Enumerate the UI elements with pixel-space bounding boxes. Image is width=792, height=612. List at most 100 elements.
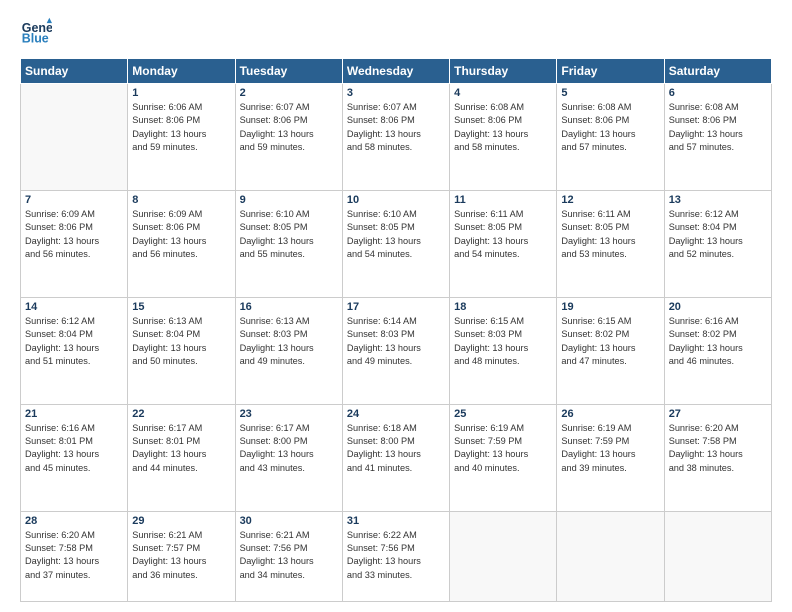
week-row-5: 28 Sunrise: 6:20 AM Sunset: 7:58 PM Dayli… [21, 511, 772, 601]
day-number: 26 [561, 408, 659, 420]
day-number: 19 [561, 301, 659, 313]
day-info: Sunrise: 6:21 AM Sunset: 7:56 PM Dayligh… [240, 529, 338, 582]
day-number: 6 [669, 87, 767, 99]
calendar-cell [664, 511, 771, 601]
day-number: 25 [454, 408, 552, 420]
day-info: Sunrise: 6:20 AM Sunset: 7:58 PM Dayligh… [25, 529, 123, 582]
calendar-cell [450, 511, 557, 601]
day-number: 4 [454, 87, 552, 99]
day-number: 23 [240, 408, 338, 420]
day-info: Sunrise: 6:08 AM Sunset: 8:06 PM Dayligh… [669, 101, 767, 154]
calendar-cell: 5Sunrise: 6:08 AM Sunset: 8:06 PM Daylig… [557, 84, 664, 191]
calendar-cell: 19 Sunrise: 6:15 AM Sunset: 8:02 PM Dayli… [557, 297, 664, 404]
day-info: Sunrise: 6:15 AM Sunset: 8:03 PM Dayligh… [454, 315, 552, 368]
week-row-3: 14Sunrise: 6:12 AM Sunset: 8:04 PM Dayli… [21, 297, 772, 404]
calendar-cell: 6 Sunrise: 6:08 AM Sunset: 8:06 PM Daylig… [664, 84, 771, 191]
day-info: Sunrise: 6:22 AM Sunset: 7:56 PM Dayligh… [347, 529, 445, 582]
calendar-table: SundayMondayTuesdayWednesdayThursdayFrid… [20, 58, 772, 602]
day-info: Sunrise: 6:10 AM Sunset: 8:05 PM Dayligh… [347, 208, 445, 261]
calendar-cell: 14Sunrise: 6:12 AM Sunset: 8:04 PM Dayli… [21, 297, 128, 404]
day-number: 22 [132, 408, 230, 420]
day-info: Sunrise: 6:18 AM Sunset: 8:00 PM Dayligh… [347, 422, 445, 475]
day-number: 8 [132, 194, 230, 206]
day-number: 16 [240, 301, 338, 313]
calendar-cell: 21 Sunrise: 6:16 AM Sunset: 8:01 PM Dayli… [21, 404, 128, 511]
day-number: 11 [454, 194, 552, 206]
day-number: 9 [240, 194, 338, 206]
day-info: Sunrise: 6:19 AM Sunset: 7:59 PM Dayligh… [454, 422, 552, 475]
day-number: 21 [25, 408, 123, 420]
day-info: Sunrise: 6:13 AM Sunset: 8:03 PM Dayligh… [240, 315, 338, 368]
day-number: 20 [669, 301, 767, 313]
day-number: 2 [240, 87, 338, 99]
weekday-thursday: Thursday [450, 59, 557, 84]
day-number: 18 [454, 301, 552, 313]
day-number: 29 [132, 515, 230, 527]
day-info: Sunrise: 6:16 AM Sunset: 8:01 PM Dayligh… [25, 422, 123, 475]
day-info: Sunrise: 6:07 AM Sunset: 8:06 PM Dayligh… [347, 101, 445, 154]
day-number: 14 [25, 301, 123, 313]
calendar-cell: 12 Sunrise: 6:11 AM Sunset: 8:05 PM Dayli… [557, 190, 664, 297]
week-row-4: 21 Sunrise: 6:16 AM Sunset: 8:01 PM Dayli… [21, 404, 772, 511]
calendar-cell: 16 Sunrise: 6:13 AM Sunset: 8:03 PM Dayli… [235, 297, 342, 404]
day-info: Sunrise: 6:08 AM Sunset: 8:06 PM Dayligh… [454, 101, 552, 154]
week-row-1: 1 Sunrise: 6:06 AM Sunset: 8:06 PM Daylig… [21, 84, 772, 191]
day-info: Sunrise: 6:07 AM Sunset: 8:06 PM Dayligh… [240, 101, 338, 154]
week-row-2: 7Sunrise: 6:09 AM Sunset: 8:06 PM Daylig… [21, 190, 772, 297]
day-number: 17 [347, 301, 445, 313]
day-number: 28 [25, 515, 123, 527]
svg-text:Blue: Blue [22, 32, 49, 46]
day-info: Sunrise: 6:17 AM Sunset: 8:01 PM Dayligh… [132, 422, 230, 475]
day-number: 30 [240, 515, 338, 527]
calendar-cell: 17Sunrise: 6:14 AM Sunset: 8:03 PM Dayli… [342, 297, 449, 404]
day-info: Sunrise: 6:17 AM Sunset: 8:00 PM Dayligh… [240, 422, 338, 475]
calendar-cell: 7Sunrise: 6:09 AM Sunset: 8:06 PM Daylig… [21, 190, 128, 297]
calendar-cell: 24Sunrise: 6:18 AM Sunset: 8:00 PM Dayli… [342, 404, 449, 511]
day-info: Sunrise: 6:16 AM Sunset: 8:02 PM Dayligh… [669, 315, 767, 368]
day-number: 13 [669, 194, 767, 206]
day-info: Sunrise: 6:09 AM Sunset: 8:06 PM Dayligh… [25, 208, 123, 261]
weekday-monday: Monday [128, 59, 235, 84]
weekday-saturday: Saturday [664, 59, 771, 84]
weekday-header-row: SundayMondayTuesdayWednesdayThursdayFrid… [21, 59, 772, 84]
calendar-cell: 15 Sunrise: 6:13 AM Sunset: 8:04 PM Dayli… [128, 297, 235, 404]
calendar-cell [21, 84, 128, 191]
day-info: Sunrise: 6:15 AM Sunset: 8:02 PM Dayligh… [561, 315, 659, 368]
calendar-cell: 18 Sunrise: 6:15 AM Sunset: 8:03 PM Dayli… [450, 297, 557, 404]
day-number: 27 [669, 408, 767, 420]
calendar-cell: 28 Sunrise: 6:20 AM Sunset: 7:58 PM Dayli… [21, 511, 128, 601]
day-info: Sunrise: 6:11 AM Sunset: 8:05 PM Dayligh… [454, 208, 552, 261]
calendar-cell: 2 Sunrise: 6:07 AM Sunset: 8:06 PM Daylig… [235, 84, 342, 191]
weekday-tuesday: Tuesday [235, 59, 342, 84]
calendar-cell: 10Sunrise: 6:10 AM Sunset: 8:05 PM Dayli… [342, 190, 449, 297]
calendar-cell: 20 Sunrise: 6:16 AM Sunset: 8:02 PM Dayli… [664, 297, 771, 404]
day-number: 3 [347, 87, 445, 99]
day-number: 12 [561, 194, 659, 206]
calendar-cell: 11 Sunrise: 6:11 AM Sunset: 8:05 PM Dayli… [450, 190, 557, 297]
calendar-cell: 25 Sunrise: 6:19 AM Sunset: 7:59 PM Dayli… [450, 404, 557, 511]
calendar-page: General Blue SundayMondayTuesdayWednesda… [0, 0, 792, 612]
day-info: Sunrise: 6:06 AM Sunset: 8:06 PM Dayligh… [132, 101, 230, 154]
day-number: 5 [561, 87, 659, 99]
calendar-cell: 27Sunrise: 6:20 AM Sunset: 7:58 PM Dayli… [664, 404, 771, 511]
calendar-body: 1 Sunrise: 6:06 AM Sunset: 8:06 PM Daylig… [21, 84, 772, 602]
day-number: 15 [132, 301, 230, 313]
logo-icon: General Blue [20, 16, 52, 48]
day-number: 1 [132, 87, 230, 99]
day-info: Sunrise: 6:11 AM Sunset: 8:05 PM Dayligh… [561, 208, 659, 261]
calendar-cell: 29 Sunrise: 6:21 AM Sunset: 7:57 PM Dayli… [128, 511, 235, 601]
calendar-cell: 1 Sunrise: 6:06 AM Sunset: 8:06 PM Daylig… [128, 84, 235, 191]
calendar-cell: 23 Sunrise: 6:17 AM Sunset: 8:00 PM Dayli… [235, 404, 342, 511]
day-number: 31 [347, 515, 445, 527]
weekday-friday: Friday [557, 59, 664, 84]
day-info: Sunrise: 6:21 AM Sunset: 7:57 PM Dayligh… [132, 529, 230, 582]
calendar-cell: 22 Sunrise: 6:17 AM Sunset: 8:01 PM Dayli… [128, 404, 235, 511]
calendar-cell: 8 Sunrise: 6:09 AM Sunset: 8:06 PM Daylig… [128, 190, 235, 297]
day-info: Sunrise: 6:12 AM Sunset: 8:04 PM Dayligh… [669, 208, 767, 261]
day-info: Sunrise: 6:13 AM Sunset: 8:04 PM Dayligh… [132, 315, 230, 368]
calendar-cell: 13 Sunrise: 6:12 AM Sunset: 8:04 PM Dayli… [664, 190, 771, 297]
weekday-sunday: Sunday [21, 59, 128, 84]
day-info: Sunrise: 6:09 AM Sunset: 8:06 PM Dayligh… [132, 208, 230, 261]
calendar-cell: 3 Sunrise: 6:07 AM Sunset: 8:06 PM Daylig… [342, 84, 449, 191]
logo: General Blue [20, 16, 56, 48]
